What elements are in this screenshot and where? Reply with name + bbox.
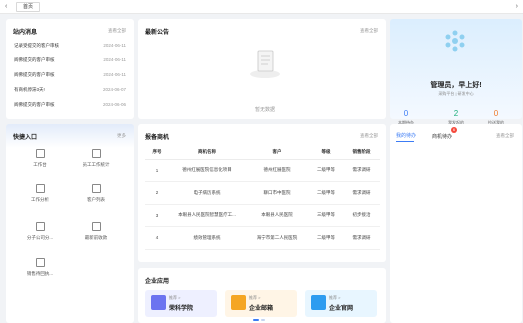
messages-card: 站内消息 查看全部 记录受提交的客户审核 2024-06-11 阅佛提交的客户审…	[6, 19, 134, 119]
sales-receipt-icon	[35, 258, 45, 267]
greeting-card: 管理员，早上好! 采购平台 | 研发中心 0 本期待办 2 我发起的 0 抄送我…	[390, 19, 522, 125]
tab-my-todos[interactable]: 我的待办	[396, 132, 416, 139]
quick-access-subsidiary[interactable]: 分子公司分...	[20, 222, 60, 241]
scroll-left-icon[interactable]: ‹	[5, 2, 7, 12]
enterprise-apps-title: 企业应用	[145, 279, 170, 285]
payment-icon	[91, 222, 101, 231]
app-enterprise-website[interactable]: 推荐 > 企业官网	[305, 290, 377, 317]
message-item[interactable]: 阅佛提交的客户审核 2024-06-11	[14, 57, 126, 64]
messages-title: 站内消息	[13, 30, 38, 36]
quick-access-more-link[interactable]: 更多	[117, 133, 126, 139]
quick-access-workbench[interactable]: 工作台	[20, 149, 60, 168]
greeting-subtitle: 采购平台 | 研发中心	[438, 91, 474, 96]
scroll-right-icon[interactable]: ›	[516, 2, 518, 12]
todos-card: 我的待办 商机待办 6 查看全部	[390, 124, 522, 323]
table-row[interactable]: 3 本眼县人民医院智慧医疗工... 本眼县人民医院 三级甲等 初步接洽	[145, 204, 380, 227]
active-tab-indicator	[396, 141, 414, 142]
greeting-title: 管理员，早上好!	[430, 82, 482, 89]
column-header: 客户	[245, 146, 309, 160]
opportunities-table: 序号 商机名称 客户 等级 销售阶段 1 德州红展医院信息化项目 德州红展医院 …	[145, 146, 380, 250]
empty-state-text: 暂无数据	[254, 107, 275, 113]
tab-opportunity-todos[interactable]: 商机待办	[432, 133, 452, 140]
work-analysis-icon	[35, 184, 45, 193]
app-rongke-academy[interactable]: 推荐 > 荣科学院	[145, 290, 217, 317]
tab-home[interactable]: 首页	[16, 2, 41, 12]
carousel-indicator-active[interactable]	[253, 319, 259, 321]
workbench-icon	[35, 149, 45, 158]
quick-access-customer-list[interactable]: 客户列表	[76, 184, 116, 203]
website-icon	[311, 295, 326, 310]
announcements-card: 最新公告 查看全部 暂无数据	[138, 19, 386, 119]
quick-access-sales-receipt[interactable]: 销售待回执...	[20, 258, 60, 277]
table-row[interactable]: 1 德州红展医院信息化项目 德州红展医院 二级甲等 需求调研	[145, 159, 380, 182]
quick-access-work-analysis[interactable]: 工作分析	[20, 184, 60, 203]
quick-access-card: 快捷入口 更多 工作台 员工工作统计 工作分析 客户列表 分子公司分... 最新…	[6, 124, 134, 323]
snowflake-icon	[445, 30, 465, 52]
messages-view-all-link[interactable]: 查看全部	[108, 28, 126, 34]
employee-stats-icon	[91, 149, 101, 158]
message-item[interactable]: 阅佛提交的客户审核 2024-06-06	[14, 102, 126, 109]
customer-list-icon	[91, 184, 101, 193]
column-header: 序号	[145, 146, 169, 160]
empty-document-icon	[250, 50, 280, 78]
app-enterprise-mail[interactable]: 推荐 > 企业邮箱	[225, 290, 297, 317]
quick-access-employee-stats[interactable]: 员工工作统计	[76, 149, 116, 168]
table-row[interactable]: 2 电子病历系统 聊口市中医院 二级甲等 需求调研	[145, 181, 380, 205]
message-item[interactable]: 有商机停滞3天! 2024-06-07	[14, 87, 126, 94]
todos-view-all-link[interactable]: 查看全部	[496, 133, 514, 139]
tab-bar: ‹ 首页 ›	[0, 0, 523, 14]
table-row[interactable]: 4 绩效管理系统 海宁市第二人民医院 二级甲等 需求调研	[145, 226, 380, 250]
quick-access-title: 快捷入口	[13, 135, 38, 141]
academy-icon	[151, 295, 166, 310]
announcements-title: 最新公告	[145, 30, 170, 36]
announcements-view-all-link[interactable]: 查看全部	[360, 28, 378, 34]
opportunities-title: 报备商机	[145, 135, 170, 141]
carousel-indicator[interactable]	[261, 319, 265, 321]
table-header-row: 序号 商机名称 客户 等级 销售阶段	[145, 146, 380, 160]
subsidiary-icon	[35, 222, 45, 231]
message-item[interactable]: 记录受提交的客户审核 2024-06-11	[14, 43, 126, 50]
mail-icon	[231, 295, 246, 310]
column-header: 商机名称	[169, 146, 245, 160]
column-header: 等级	[309, 146, 343, 160]
opportunities-view-all-link[interactable]: 查看全部	[360, 133, 378, 139]
message-item[interactable]: 阅佛提交的客户审核 2024-06-11	[14, 72, 126, 79]
quick-access-payment[interactable]: 最新前收款	[76, 222, 116, 241]
column-header: 销售阶段	[343, 146, 380, 160]
todo-count-badge: 6	[451, 127, 457, 133]
